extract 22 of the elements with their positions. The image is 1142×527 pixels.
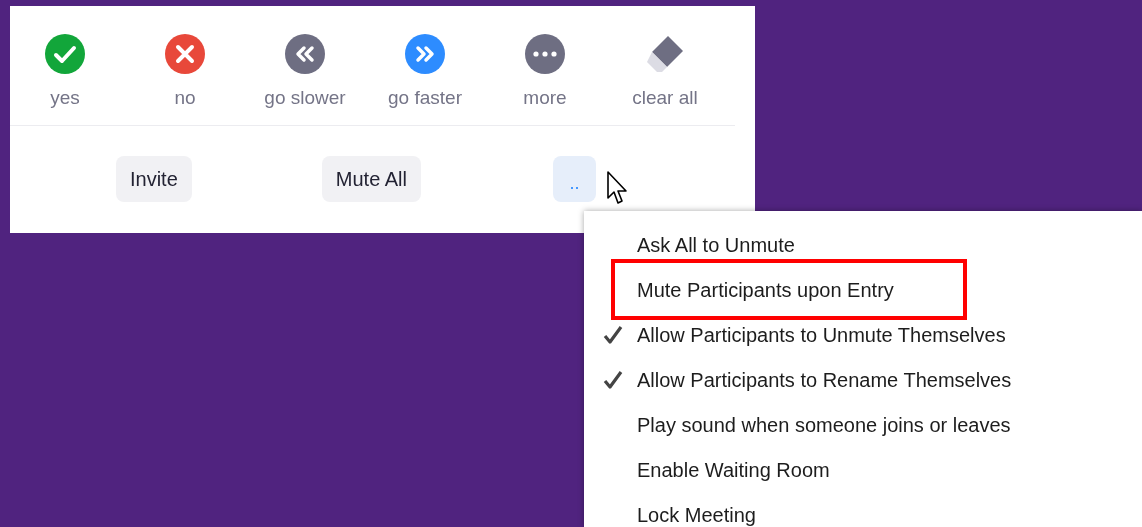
more-icon [524, 33, 566, 75]
eraser-icon [644, 33, 686, 75]
reaction-label[interactable]: yes [50, 87, 80, 109]
close-icon [164, 33, 206, 75]
reaction-label[interactable]: go slower [264, 87, 346, 109]
menu-item[interactable]: Play sound when someone joins or leaves [637, 409, 1011, 440]
menu-item[interactable]: Allow Participants to Rename Themselves [637, 364, 1012, 395]
menu-item[interactable]: Lock Meeting [637, 499, 756, 527]
reaction-label[interactable]: clear all [632, 87, 698, 109]
reaction-label[interactable]: no [174, 87, 196, 109]
reaction-label[interactable]: more [523, 87, 567, 109]
double-chevron-right-icon [404, 33, 446, 75]
check-icon [44, 33, 86, 75]
menu-item[interactable]: Allow Participants to Unmute Themselves [637, 319, 1006, 350]
menu-item[interactable]: Mute Participants upon Entry [637, 274, 894, 305]
double-chevron-left-icon [284, 33, 326, 75]
invite-button[interactable]: Invite [116, 156, 192, 202]
cursor-icon [606, 170, 628, 206]
menu-item[interactable]: Ask All to Unmute [637, 229, 795, 260]
mute-all-button[interactable]: Mute All [321, 156, 421, 202]
menu-item[interactable]: Enable Waiting Room [637, 454, 830, 485]
reaction-label[interactable]: go faster [388, 87, 462, 109]
